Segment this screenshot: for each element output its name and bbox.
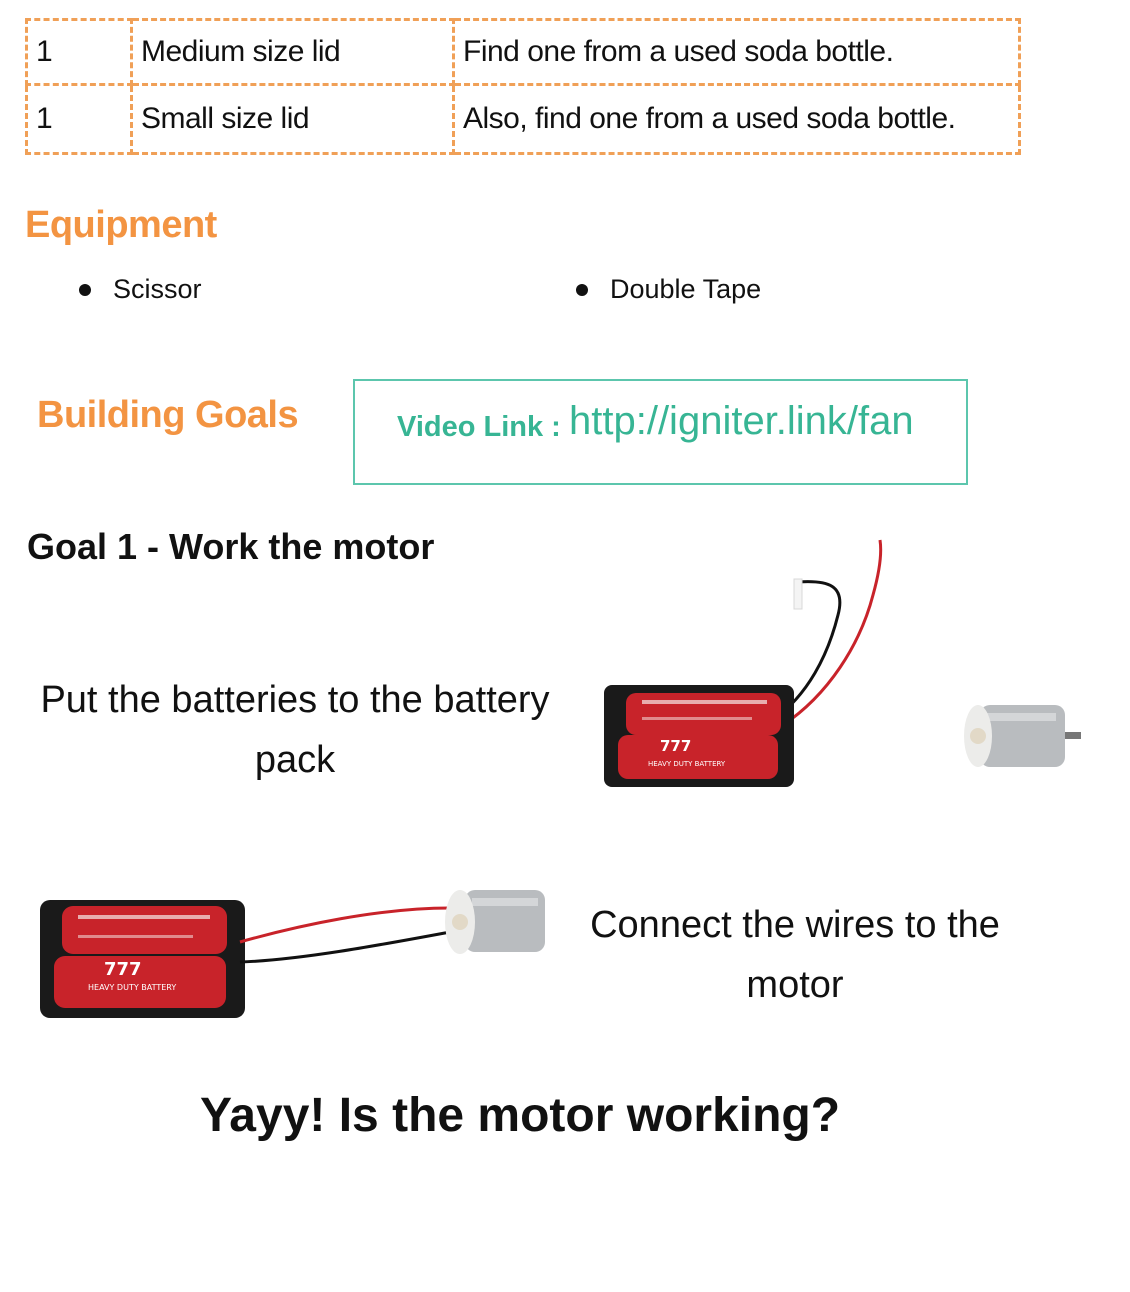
building-goals-heading: Building Goals bbox=[37, 394, 299, 436]
final-question: Yayy! Is the motor working? bbox=[199, 1089, 841, 1142]
equipment-item: Double Tape bbox=[576, 274, 761, 305]
note-cell: Find one from a used soda bottle. bbox=[452, 18, 1021, 86]
motor-icon bbox=[445, 890, 545, 954]
table-row: 1 Medium size lid Find one from a used s… bbox=[25, 18, 1021, 86]
video-link-box: Video Link : http://igniter.link/fan bbox=[353, 379, 968, 485]
video-link[interactable]: http://igniter.link/fan bbox=[569, 399, 914, 444]
item-cell: Medium size lid bbox=[130, 18, 455, 86]
motor-icon bbox=[964, 705, 1081, 767]
note-cell: Also, find one from a used soda bottle. bbox=[452, 83, 1021, 155]
materials-table: 1 Medium size lid Find one from a used s… bbox=[25, 18, 1021, 155]
goal-title: Goal 1 - Work the motor bbox=[27, 526, 435, 567]
battery-type-label: HEAVY DUTY BATTERY bbox=[88, 983, 176, 992]
quantity-cell: 1 bbox=[25, 83, 133, 155]
quantity-cell: 1 bbox=[25, 18, 133, 86]
connected-motor-image: 777 HEAVY DUTY BATTERY bbox=[40, 890, 545, 1018]
table-row: 1 Small size lid Also, find one from a u… bbox=[25, 83, 1021, 155]
bullet-icon bbox=[79, 283, 91, 296]
step-2-text: Connect the wires to the motor bbox=[590, 904, 1000, 1006]
equipment-heading: Equipment bbox=[25, 204, 217, 246]
equipment-item-label: Double Tape bbox=[610, 274, 762, 304]
battery-pack-image: 777 HEAVY DUTY BATTERY bbox=[604, 539, 1081, 787]
step-1-text: Put the batteries to the battery pack bbox=[40, 679, 550, 781]
battery-type-label: HEAVY DUTY BATTERY bbox=[648, 760, 726, 768]
battery-brand-label: 777 bbox=[660, 737, 691, 755]
bullet-icon bbox=[576, 283, 588, 296]
item-cell: Small size lid bbox=[130, 83, 455, 155]
video-link-label: Video Link : bbox=[397, 411, 561, 443]
battery-brand-label: 777 bbox=[104, 959, 142, 980]
equipment-item: Scissor bbox=[79, 274, 202, 305]
equipment-item-label: Scissor bbox=[113, 274, 202, 304]
